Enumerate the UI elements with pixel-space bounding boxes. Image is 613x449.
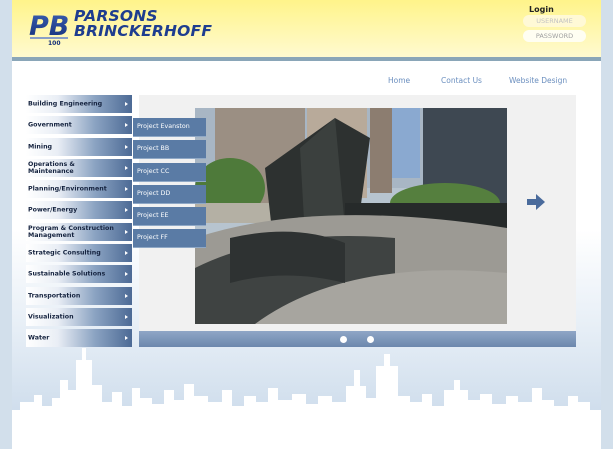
sidebar-item-label: Strategic Consulting xyxy=(28,249,101,257)
submenu-government: Project Evanston Project BB Project CC P… xyxy=(133,118,206,252)
submenu-item-project-evanston[interactable]: Project Evanston xyxy=(133,118,206,137)
sidebar-item-label: Mining xyxy=(28,143,53,151)
sidebar-item-label: Building Engineering xyxy=(28,100,103,108)
sidebar-item-sustainable-solutions[interactable]: Sustainable Solutions xyxy=(26,265,132,284)
nav-contact-us[interactable]: Contact Us xyxy=(441,76,482,85)
chevron-right-icon xyxy=(125,165,128,170)
chevron-right-icon xyxy=(125,144,128,149)
sidebar-item-label: Operations & Maintenance xyxy=(28,160,75,175)
username-field[interactable] xyxy=(523,15,586,27)
sidebar-item-planning-environment[interactable]: Planning/Environment xyxy=(26,180,132,199)
submenu-item-project-cc[interactable]: Project CC xyxy=(133,162,206,182)
submenu-item-project-bb[interactable]: Project BB xyxy=(133,140,206,160)
sidebar-item-label: Power/Energy xyxy=(28,206,78,214)
submenu-item-project-ee[interactable]: Project EE xyxy=(133,207,206,227)
chevron-right-icon xyxy=(125,251,128,256)
sidebar-item-label: Sustainable Solutions xyxy=(28,270,106,278)
sidebar-item-label: Visualization xyxy=(28,313,74,321)
chevron-right-icon xyxy=(125,272,128,277)
sidebar-item-program-construction[interactable]: Program & Construction Management xyxy=(26,222,132,241)
sidebar-item-label: Government xyxy=(28,121,72,129)
sidebar-nav: Building Engineering Government Mining O… xyxy=(26,95,132,351)
city-skyline xyxy=(12,348,601,449)
nav-home[interactable]: Home xyxy=(388,76,410,85)
brand-name: PARSONS BRINCKERHOFF xyxy=(74,8,213,40)
chevron-right-icon xyxy=(125,102,128,106)
sidebar-item-visualization[interactable]: Visualization xyxy=(26,307,132,326)
svg-text:100: 100 xyxy=(48,40,61,46)
sidebar-item-power-energy[interactable]: Power/Energy xyxy=(26,201,132,220)
sidebar-item-label: Program & Construction Management xyxy=(28,224,114,239)
header: PB 100 PARSONS BRINCKERHOFF Login xyxy=(12,0,601,61)
password-field[interactable] xyxy=(523,30,586,42)
right-arrow-icon[interactable] xyxy=(527,194,545,210)
nav-website-design[interactable]: Website Design xyxy=(509,76,567,85)
chevron-right-icon xyxy=(125,208,128,213)
sidebar-item-transportation[interactable]: Transportation xyxy=(26,286,132,305)
submenu-item-project-dd[interactable]: Project DD xyxy=(133,184,206,204)
brand-line-2: BRINCKERHOFF xyxy=(74,22,213,40)
login-title: Login xyxy=(529,5,554,14)
chevron-right-icon xyxy=(125,123,128,128)
submenu-item-project-ff[interactable]: Project FF xyxy=(133,229,206,249)
pb-logo-icon[interactable]: PB 100 xyxy=(28,8,72,46)
sidebar-item-building-engineering[interactable]: Building Engineering xyxy=(26,95,132,113)
sidebar-item-government[interactable]: Government xyxy=(26,116,132,135)
chevron-right-icon xyxy=(125,293,128,298)
project-photo xyxy=(195,108,507,324)
sidebar-item-label: Transportation xyxy=(28,292,81,300)
sidebar-item-operations-maintenance[interactable]: Operations & Maintenance xyxy=(26,158,132,177)
sidebar-item-strategic-consulting[interactable]: Strategic Consulting xyxy=(26,244,132,263)
page: PB 100 PARSONS BRINCKERHOFF Login Home C… xyxy=(12,0,601,449)
chevron-right-icon xyxy=(125,187,128,192)
chevron-right-icon xyxy=(125,314,128,319)
chevron-right-icon xyxy=(125,229,128,234)
sidebar-item-mining[interactable]: Mining xyxy=(26,137,132,156)
sidebar-item-label: Planning/Environment xyxy=(28,185,107,193)
